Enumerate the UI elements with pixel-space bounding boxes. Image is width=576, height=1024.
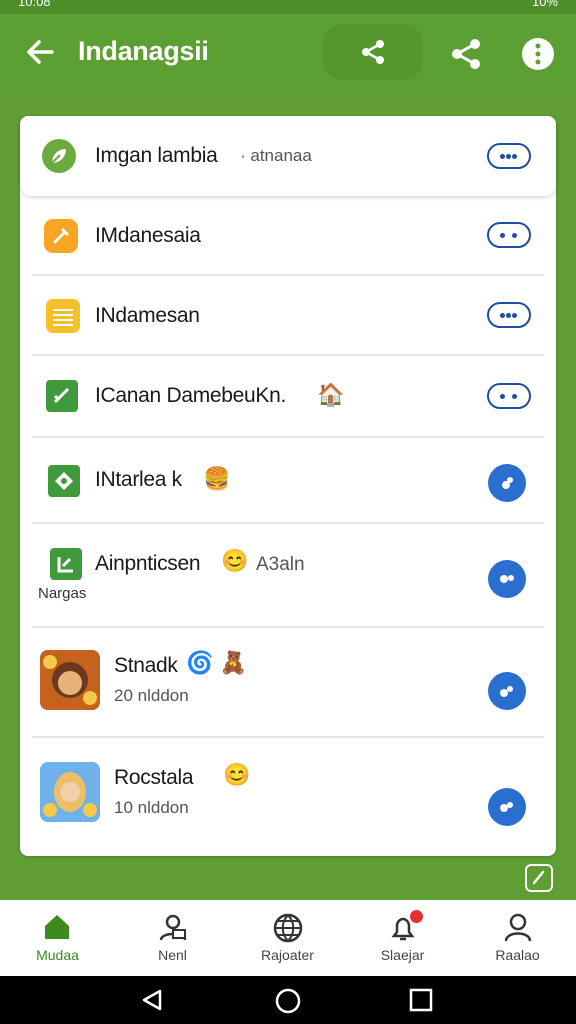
recents-square-icon[interactable] (409, 988, 433, 1012)
globe-icon (273, 913, 303, 943)
share-button[interactable] (323, 24, 423, 80)
row-sub: · atnanaa (240, 146, 312, 165)
game-thumbnail (40, 762, 100, 822)
list-item[interactable]: IMdanesaia (20, 196, 556, 276)
content-card: Imgan lambia · atnanaa IMdanesaia INdame… (20, 116, 556, 856)
row-emoji: 🍔 (203, 466, 231, 491)
row-sub: A3aln (256, 554, 305, 575)
action-circle-button[interactable] (488, 672, 526, 710)
nav-item-home[interactable]: Mudaa (0, 900, 115, 976)
back-arrow-icon[interactable] (22, 34, 58, 70)
list-item[interactable]: ICanan DamebeuKn. 🏠 (20, 356, 556, 438)
notes-icon (46, 299, 80, 333)
row-label: Stnadk (114, 654, 178, 677)
row-sub: 10 nlddon (114, 798, 189, 817)
options-pill-button[interactable] (487, 143, 531, 169)
row-emoji: 🏠 (317, 382, 345, 407)
list-item[interactable]: INtarlea k 🍔 (20, 438, 556, 524)
notification-badge (410, 910, 423, 923)
home-circle-icon[interactable] (275, 988, 301, 1014)
chart-icon (50, 548, 82, 580)
share-alt-icon[interactable] (448, 36, 484, 72)
edit-icon[interactable] (525, 864, 553, 892)
list-item[interactable]: Imgan lambia · atnanaa (20, 116, 556, 196)
row-label: INtarlea k (95, 468, 182, 491)
leaf-icon (42, 139, 76, 173)
row-label: Imgan lambia (95, 144, 218, 167)
list-item[interactable]: Rocstala 😊 10 nlddon (20, 738, 556, 850)
game-thumbnail (40, 650, 100, 710)
nav-label: Raalao (495, 947, 540, 963)
home-icon (45, 915, 69, 939)
nav-item-people[interactable]: Nenl (115, 900, 230, 976)
share-icon (362, 40, 384, 64)
row-sub-label: Nargas (38, 585, 87, 602)
nav-label: Mudaa (36, 947, 79, 963)
nav-item-notifications[interactable]: Slaejar (345, 900, 460, 976)
row-label: Ainpnticsen (95, 552, 201, 575)
list-item[interactable]: Ainpnticsen 😊 A3aln Nargas (20, 524, 556, 628)
list-item[interactable]: Stnadk 🌀 🧸 20 nlddon (20, 628, 556, 738)
nav-item-globe[interactable]: Rajoater (230, 900, 345, 976)
pencil-icon (44, 219, 78, 253)
nav-label: Slaejar (380, 947, 425, 963)
action-circle-button[interactable] (488, 788, 526, 826)
list-item[interactable]: INdamesan (20, 276, 556, 356)
status-bar: 10:08 10% (0, 0, 576, 14)
row-emoji: 😊 (223, 762, 251, 787)
row-label: INdamesan (95, 304, 200, 327)
options-pill-button[interactable] (487, 383, 531, 409)
row-sub: 20 nlddon (114, 686, 189, 705)
row-label: Rocstala (114, 766, 194, 789)
action-circle-button[interactable] (488, 560, 526, 598)
row-label: ICanan DamebeuKn. (95, 384, 287, 407)
app-bar: Indanagsii (0, 14, 576, 92)
action-circle-button[interactable] (488, 464, 526, 502)
nav-item-profile[interactable]: Raalao (460, 900, 575, 976)
system-nav-bar (0, 976, 576, 1024)
options-pill-button[interactable] (487, 222, 531, 248)
people-icon (159, 914, 187, 941)
more-options-icon[interactable] (520, 36, 556, 72)
bottom-nav: Mudaa Nenl Rajoater Slaejar Raalao (0, 900, 576, 976)
status-time: 10:08 (18, 0, 51, 9)
row-emoji: 🌀 🧸 (186, 650, 247, 675)
status-battery: 10% (531, 0, 558, 9)
diamond-icon (48, 465, 80, 497)
nav-label: Rajoater (261, 947, 314, 963)
row-emoji: 😊 (221, 548, 249, 573)
nav-label: Nenl (158, 947, 187, 963)
check-icon (46, 380, 78, 412)
page-title: Indanagsii (78, 36, 209, 66)
options-pill-button[interactable] (487, 302, 531, 328)
back-triangle-icon[interactable] (140, 988, 164, 1012)
person-icon (504, 913, 532, 942)
row-label: IMdanesaia (95, 224, 201, 247)
